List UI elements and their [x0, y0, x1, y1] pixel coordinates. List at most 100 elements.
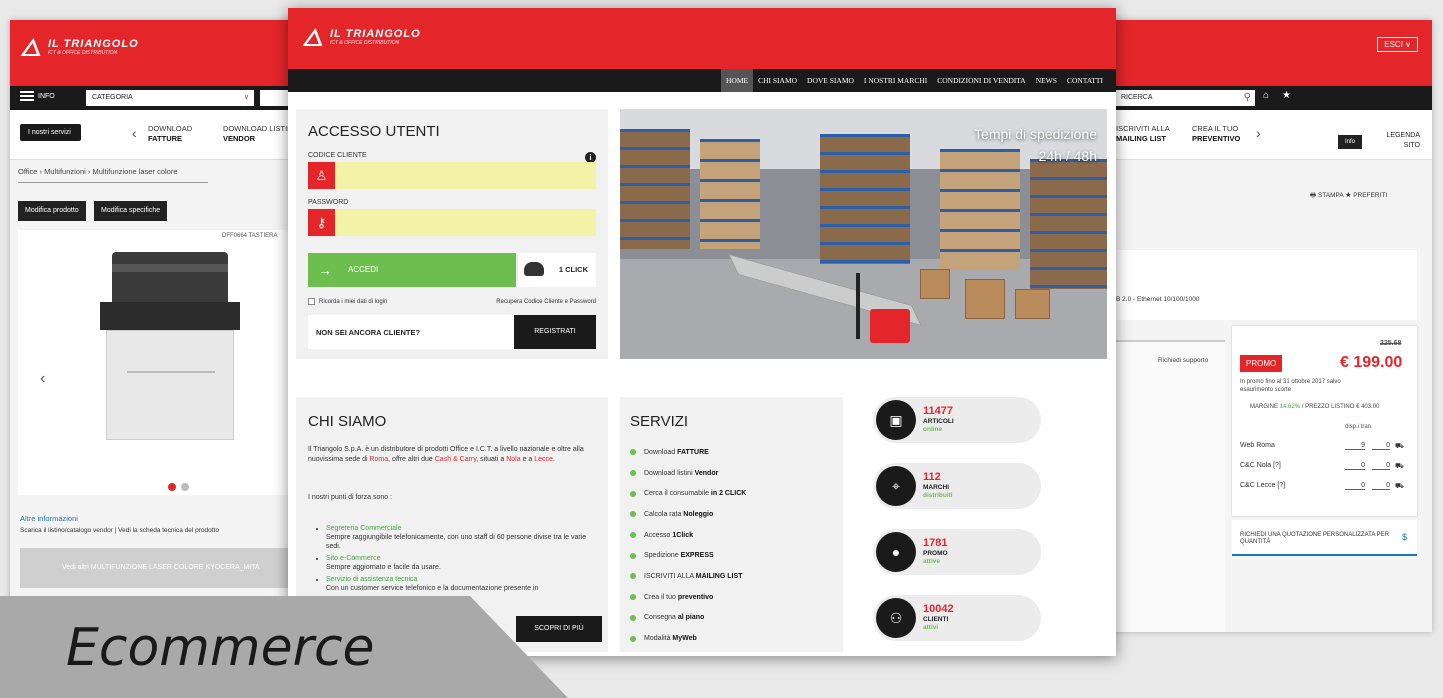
customer-code-field[interactable]: ♙	[308, 162, 596, 189]
new-customer-text: NON SEI ANCORA CLIENTE?	[316, 328, 421, 337]
category-select[interactable]: CATEGORIA ∨	[86, 90, 254, 106]
promo-icon: ●	[876, 532, 916, 572]
stat-sublabel: attive	[923, 558, 940, 565]
service-bold: MyWeb	[672, 635, 697, 643]
legend-link[interactable]: LEGENDA SITO	[1362, 131, 1420, 151]
service-item[interactable]: Download listini Vendor	[630, 463, 746, 484]
service-link-preventivo[interactable]: CREA IL TUO PREVENTIVO	[1192, 124, 1240, 144]
service-bold: EXPRESS	[680, 552, 714, 560]
services-list: Download FATTURE Download listini Vendor…	[630, 442, 746, 649]
carousel-dot-active[interactable]	[168, 483, 176, 491]
stat-promos: ● 1781 PROMO attive	[873, 529, 1041, 575]
service-text: Spedizione	[644, 552, 681, 560]
service-item[interactable]: Download FATTURE	[630, 442, 746, 463]
one-click-button[interactable]: 1 CLICK	[518, 253, 596, 287]
service-item[interactable]: Spedizione EXPRESS	[630, 545, 746, 566]
logo-tagline: ICT & OFFICE DISTRIBUTION	[48, 50, 118, 56]
service-link-mailing[interactable]: ISCRIVITI ALLA MAILING LIST	[1116, 124, 1170, 144]
breadcrumb-divider	[18, 182, 208, 183]
brand-select[interactable]	[260, 90, 290, 106]
info-chip[interactable]: Info	[1338, 135, 1363, 149]
strength-title: Servizio di assistenza tecnica	[326, 576, 418, 583]
cart-icon[interactable]: ⛟	[1395, 482, 1404, 491]
main-nav: HOME CHI SIAMO DOVE SIAMO I NOSTRI MARCH…	[288, 69, 1116, 92]
logo[interactable]: IL TRIANGOLO ICT & OFFICE DISTRIBUTION	[302, 28, 421, 46]
edit-specs-button[interactable]: Modifica specifiche	[94, 201, 168, 221]
service-item[interactable]: Crea il tuo preventivo	[630, 587, 746, 608]
bullet-icon	[630, 511, 636, 518]
service-link-fatture[interactable]: DOWNLOAD FATTURE	[148, 124, 192, 144]
password-field[interactable]: ⚷	[308, 209, 596, 236]
logout-button[interactable]: ESCI ∨	[1377, 37, 1418, 52]
promo-badge: PROMO	[1240, 355, 1283, 372]
spec-box	[1105, 250, 1417, 320]
list-price: PREZZO LISTINO € 403.00	[1305, 404, 1380, 410]
quote-request[interactable]: RICHIEDI UNA QUOTAZIONE PERSONALIZZATA P…	[1232, 520, 1417, 556]
logo[interactable]: IL TRIANGOLO ICT & OFFICE DISTRIBUTION	[20, 38, 139, 56]
rack	[820, 134, 910, 264]
margin-pct: 14.62%	[1279, 404, 1301, 410]
stat-number: 1781	[923, 537, 948, 549]
banner-label: Ecommerce	[66, 618, 375, 678]
strength-title: Sito e-Commerce	[326, 555, 381, 562]
chevron-down-icon: ∨	[243, 94, 249, 101]
service-item[interactable]: Cerca il consumabile in 2 CLICK	[630, 483, 746, 504]
remember-login[interactable]: Ricorda i miei dati di login	[308, 298, 387, 305]
discover-more-button[interactable]: SCOPRI DI PIÙ	[516, 616, 602, 642]
carousel-prev-icon[interactable]: ‹	[40, 370, 45, 388]
recover-link[interactable]: Recupera Codice Cliente e Password	[496, 299, 596, 305]
service-item[interactable]: Modalità MyWeb	[630, 628, 746, 649]
service-text: Download	[644, 448, 678, 456]
breadcrumb[interactable]: Office › Multifunzioni › Multifunzione l…	[18, 167, 178, 176]
stock-qty-input[interactable]: 9	[1345, 442, 1365, 450]
remember-label: Ricorda i miei dati di login	[319, 298, 388, 305]
nav-home[interactable]: HOME	[720, 69, 754, 92]
printer-panel	[100, 302, 240, 330]
nav-marchi[interactable]: I NOSTRI MARCHI	[859, 69, 932, 92]
strength-item: Sito e-Commerce Sempre aggiornato e facil…	[326, 554, 596, 572]
about-city: Nola	[506, 456, 521, 463]
stock-header: disp.i tran.	[1345, 424, 1373, 430]
rack	[940, 149, 1020, 269]
nav-dove-siamo[interactable]: DOVE SIAMO	[802, 69, 859, 92]
search-value: RICERCA	[1121, 94, 1153, 101]
nav-contatti[interactable]: CONTATTI	[1062, 69, 1108, 92]
strength-text: Sempre aggiornato e facile da usare.	[326, 564, 441, 571]
more-info-links[interactable]: Scarica il listino/catalogo vendor | Ved…	[20, 527, 219, 534]
nav-condizioni[interactable]: CONDIZIONI DI VENDITA	[932, 69, 1030, 92]
cart-icon[interactable]: ⛟	[1395, 442, 1404, 451]
carousel-dot[interactable]	[181, 483, 189, 491]
stock-qty-input[interactable]: 0	[1345, 482, 1365, 490]
remember-checkbox[interactable]	[308, 298, 315, 305]
stock-transit: 0	[1372, 442, 1390, 450]
service-item[interactable]: Accesso 1Click	[630, 525, 746, 546]
login-button[interactable]: → ACCEDI	[308, 253, 516, 287]
search-icon[interactable]: ⚲	[1244, 90, 1251, 106]
nav-chi-siamo[interactable]: CHI SIAMO	[753, 69, 802, 92]
stock-qty-input[interactable]: 0	[1345, 462, 1365, 470]
edit-product-button[interactable]: Modifica prodotto	[18, 201, 86, 221]
quote-text: RICHIEDI UNA QUOTAZIONE PERSONALIZZATA P…	[1240, 532, 1390, 545]
old-price: 225.68	[1380, 340, 1402, 347]
home-icon[interactable]: ⌂	[1263, 90, 1269, 101]
service-item[interactable]: Consegna al piano	[630, 608, 746, 629]
star-icon[interactable]: ★	[1282, 90, 1291, 101]
service-item[interactable]: Calcola rata Noleggio	[630, 504, 746, 525]
nav-news[interactable]: NEWS	[1031, 69, 1062, 92]
service-link-vendor[interactable]: DOWNLOAD LISTINI VENDOR	[223, 124, 295, 144]
menu-button[interactable]: INFO	[20, 91, 55, 101]
service-item[interactable]: ISCRIVITI ALLA MAILING LIST	[630, 566, 746, 587]
service-line1: DOWNLOAD LISTINI	[223, 124, 295, 133]
search-input[interactable]: RICERCA ⚲	[1115, 90, 1255, 106]
register-button[interactable]: REGISTRATI	[514, 315, 596, 349]
login-title: ACCESSO UTENTI	[308, 123, 440, 140]
chevron-right-icon[interactable]: ›	[1256, 125, 1261, 141]
chevron-left-icon[interactable]: ‹	[132, 125, 137, 141]
see-all-link[interactable]: Vedi altri MULTIFUNZIONE LASER COLORE KY…	[20, 548, 310, 588]
cart-icon[interactable]: ⛟	[1395, 462, 1404, 471]
print-favorites-links[interactable]: 🖶 STAMPA ★ PREFERITI	[1310, 191, 1387, 202]
spec-text: USB 2.0 - Ethernet 10/100/1000	[1107, 296, 1200, 303]
legend-line2: SITO	[1403, 142, 1420, 149]
support-link[interactable]: Richiedi supporto	[1158, 357, 1208, 364]
stat-label: ARTICOLI	[923, 418, 954, 425]
